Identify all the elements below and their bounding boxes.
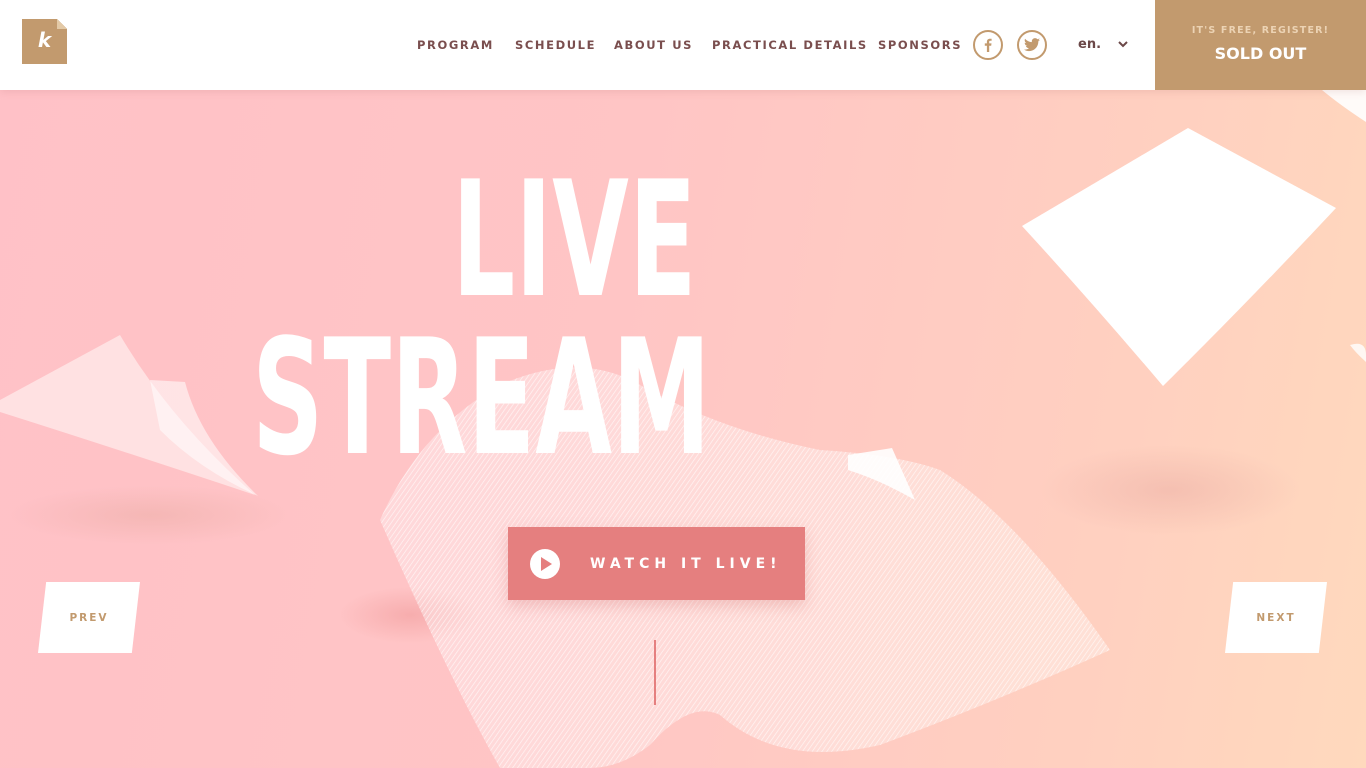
watch-live-label: WATCH IT LIVE!	[590, 556, 782, 572]
nav-item-practical-details[interactable]: PRACTICAL DETAILS	[712, 38, 868, 52]
prev-button[interactable]: PREV	[38, 582, 140, 653]
chevron-down-icon[interactable]	[1117, 38, 1129, 50]
logo-mark: k	[37, 28, 52, 52]
register-status: SOLD OUT	[1214, 44, 1307, 63]
next-button[interactable]: NEXT	[1225, 582, 1327, 653]
nav-item-schedule[interactable]: SCHEDULE	[515, 38, 596, 52]
nav-item-sponsors[interactable]: SPONSORS	[878, 38, 962, 52]
register-button[interactable]: IT'S FREE, REGISTER! SOLD OUT	[1155, 0, 1366, 90]
logo[interactable]: k	[22, 19, 67, 64]
site-header: k PROGRAM SCHEDULE ABOUT US PRACTICAL DE…	[0, 0, 1366, 90]
watch-live-button[interactable]: WATCH IT LIVE!	[508, 527, 805, 600]
prev-label: PREV	[69, 612, 109, 624]
language-selector[interactable]: en.	[1078, 37, 1101, 52]
nav-item-program[interactable]: PROGRAM	[417, 38, 494, 52]
play-icon	[530, 549, 560, 579]
register-subtitle: IT'S FREE, REGISTER!	[1191, 25, 1330, 36]
center-mesh-paper	[380, 367, 1110, 768]
facebook-icon[interactable]	[973, 30, 1003, 60]
next-label: NEXT	[1256, 612, 1296, 624]
nav-item-about-us[interactable]: ABOUT US	[614, 38, 693, 52]
twitter-icon[interactable]	[1017, 30, 1047, 60]
